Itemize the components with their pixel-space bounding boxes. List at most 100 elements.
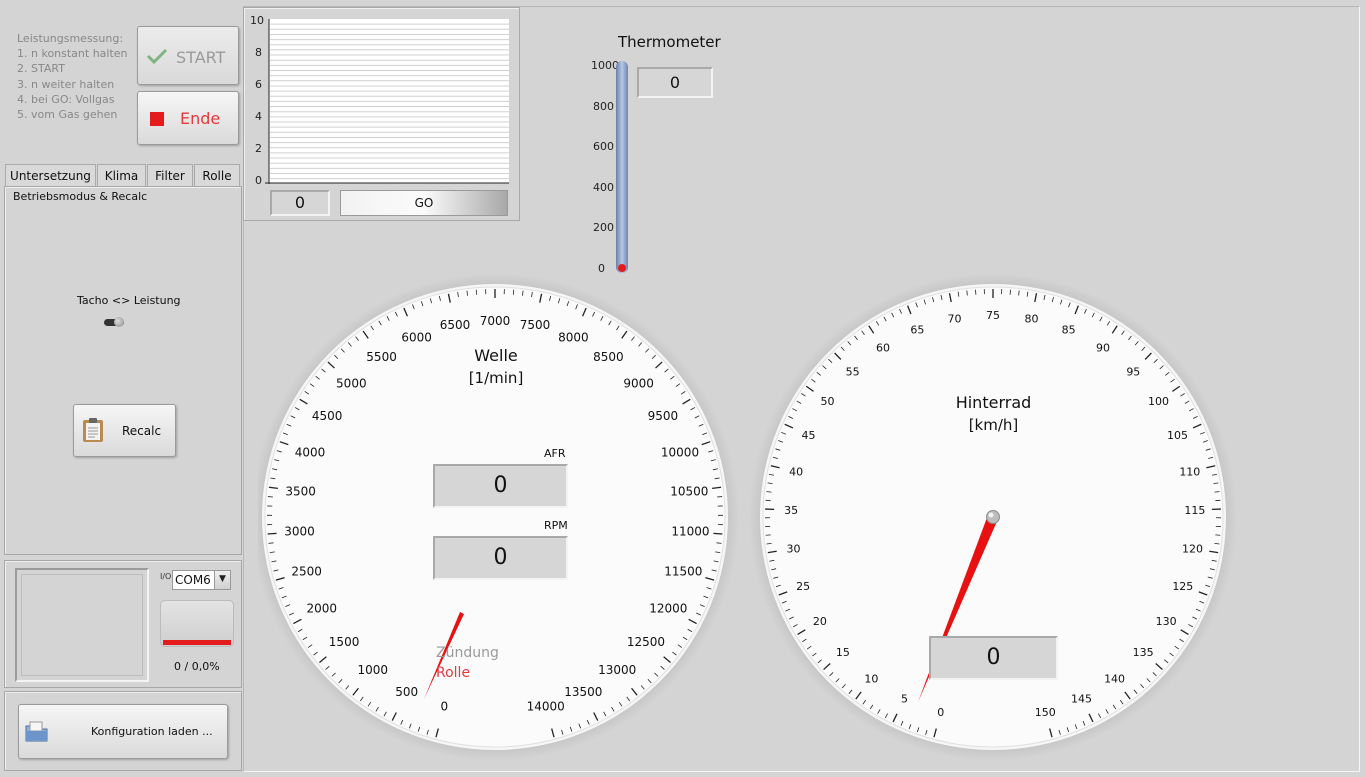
mini-chart-value: 0	[270, 190, 330, 216]
switch-label: Tacho <> Leistung	[77, 294, 181, 307]
tab-untersetzung[interactable]: Untersetzung	[5, 164, 96, 186]
config-panel: Konfiguration laden ...	[4, 691, 242, 771]
ende-button[interactable]: Ende	[137, 91, 239, 145]
gauge-tick-label: 12000	[649, 602, 687, 616]
chart-ticks: 10 8 6 4 2 0	[250, 14, 264, 190]
hinterrad-title: Hinterrad	[955, 393, 1032, 412]
tab-panel: Betriebsmodus & Recalc Tacho <> Leistung…	[4, 186, 242, 555]
thermometer-tick: 400	[593, 181, 614, 194]
gauge-tick-label: 1000	[358, 663, 389, 677]
gauge-tick-label: 90	[1096, 342, 1110, 355]
rpm-label: RPM	[544, 519, 568, 532]
gauge-tick-label: 6000	[401, 330, 432, 344]
major-tick	[267, 532, 277, 535]
gauge-tick-label: 15	[836, 646, 850, 659]
chevron-down-icon[interactable]: ▼	[214, 571, 230, 589]
gauge-tick-label: 0	[937, 706, 944, 719]
thermometer-title: Thermometer	[618, 33, 721, 51]
needle-hub	[986, 510, 1000, 524]
gauge-tick-label: 2000	[306, 602, 337, 616]
gauge-tick-label: 0	[440, 699, 448, 713]
instruction-line: 2. START	[17, 62, 65, 76]
gauge-tick-label: 4500	[312, 409, 343, 423]
gauge-tick-label: 25	[796, 580, 810, 593]
gauge-tick-label: 11000	[671, 525, 709, 539]
zuendung-label: Zündung	[436, 645, 499, 661]
thermometer-scale: 1000 800 600 400 200 0	[585, 59, 619, 275]
hinterrad-display: 0	[929, 636, 1058, 680]
welle-gauge: 0 500 1000 1500 2000 2500 3000 3500 4000 4500 5000…	[251, 273, 745, 761]
gauge-tick-label: 10	[864, 672, 878, 685]
recalc-button[interactable]: Recalc	[73, 404, 176, 457]
gauge-tick-label: 95	[1126, 366, 1140, 379]
gauge-tick-label: 20	[813, 615, 827, 628]
welle-title: Welle	[474, 346, 518, 365]
recalc-label: Recalc	[122, 424, 162, 438]
rolle-label: Rolle	[436, 665, 471, 681]
minor-tick	[766, 491, 772, 493]
led-indicator	[15, 568, 149, 682]
clipboard-icon	[83, 418, 103, 442]
hinterrad-gauge: 0 5 10 15 20 25 30 35 40 45 50 55 60 65 70 75 80 85 90 95 10…	[749, 273, 1237, 761]
start-button[interactable]: START	[137, 26, 239, 85]
gauge-tick-label: 8000	[558, 330, 589, 344]
instruction-line: 3. n weiter halten	[17, 77, 115, 91]
gauge-tick-label: 4000	[295, 445, 326, 459]
com-panel: I/O COM6 ▼ 0 / 0,0%	[4, 560, 242, 688]
tab-filter[interactable]: Filter	[147, 164, 193, 186]
folder-icon	[25, 721, 48, 742]
tab-rolle[interactable]: Rolle	[194, 164, 240, 186]
chart-tick: 10	[250, 14, 264, 27]
gauge-tick-label: 10500	[670, 484, 708, 498]
gauge-tick-label: 130	[1156, 615, 1177, 628]
gauge-tick-label: 1500	[329, 635, 360, 649]
tab-klima[interactable]: Klima	[97, 164, 146, 186]
instruction-line: 1. n konstant halten	[17, 47, 128, 61]
welle-unit: [1/min]	[468, 369, 524, 387]
go-label: GO	[414, 196, 434, 210]
gauge-tick-label: 2500	[291, 564, 322, 578]
chart-tick: 4	[255, 110, 262, 123]
ende-label: Ende	[180, 109, 221, 128]
gauge-tick-label: 80	[1025, 313, 1039, 326]
gauge-tick-label: 3000	[284, 525, 315, 539]
gauge-tick-label: 145	[1071, 693, 1092, 706]
gauge-tick-label: 7500	[520, 318, 551, 332]
minor-tick	[966, 290, 968, 296]
gauge-tick-label: 12500	[627, 635, 665, 649]
io-label: I/O	[160, 572, 172, 581]
com-port-select[interactable]: COM6 ▼	[172, 570, 231, 590]
gauge-tick-label: 65	[910, 324, 924, 337]
chart-tick: 2	[255, 142, 262, 155]
thermometer-tick: 600	[593, 140, 614, 153]
instruction-line: 5. vom Gas gehen	[17, 108, 118, 122]
stop-icon	[150, 112, 164, 126]
tab-panel-title: Betriebsmodus & Recalc	[13, 190, 148, 203]
gauge-tick-label: 7000	[480, 314, 511, 328]
chart-tick: 8	[255, 46, 262, 59]
gauge-tick-label: 75	[986, 309, 1000, 322]
gauge-tick-label: 11500	[664, 564, 702, 578]
instruction-line: Leistungsmessung:	[17, 32, 124, 45]
gauge-tick-label: 120	[1182, 543, 1203, 556]
gauge-tick-label: 10000	[661, 445, 699, 459]
tacho-leistung-switch[interactable]	[104, 315, 126, 329]
progress-box	[160, 600, 234, 647]
mini-chart-panel: 10 8 6 4 2 0 0 GO	[243, 7, 520, 221]
hinterrad-gauge-dial: 0510152025303540455055606570 75 8085909510…	[749, 273, 1237, 761]
chart-tick: 0	[255, 174, 262, 187]
major-tick	[713, 532, 723, 535]
mini-chart-plot	[265, 19, 509, 184]
gauge-tick-label: 5	[901, 693, 908, 706]
thermometer-bulb	[618, 264, 626, 272]
gauge-tick-label: 13500	[564, 685, 602, 699]
gauge-tick-label: 140	[1104, 672, 1125, 685]
thermometer-tube	[616, 61, 628, 273]
config-laden-button[interactable]: Konfiguration laden ...	[18, 704, 228, 759]
gauge-tick-label: 70	[947, 313, 961, 326]
minor-tick	[1214, 491, 1220, 493]
gauge-tick-label: 60	[876, 342, 890, 355]
config-label: Konfiguration laden ...	[91, 725, 213, 738]
afr-label: AFR	[544, 447, 566, 460]
gauge-tick-label: 150	[1035, 706, 1056, 719]
